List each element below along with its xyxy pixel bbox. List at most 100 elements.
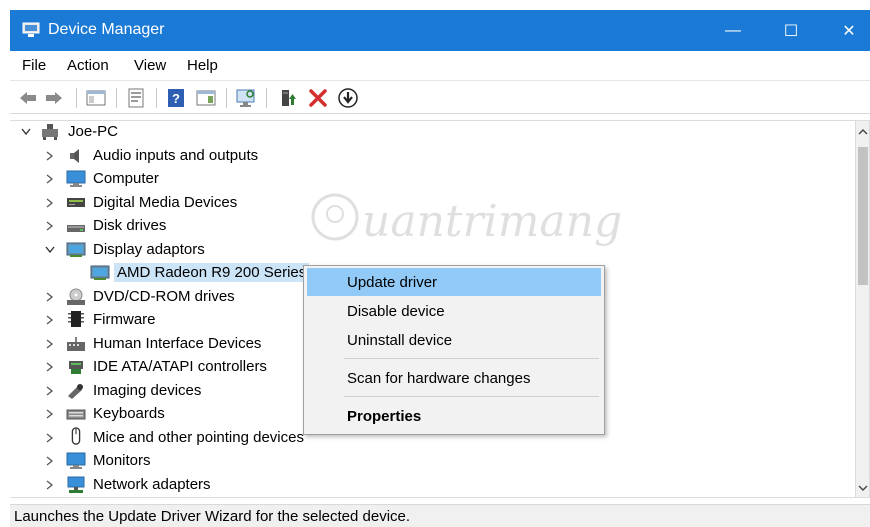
scroll-thumb[interactable] [858,147,868,285]
chevron-right-icon[interactable] [44,408,56,420]
media-device-icon [67,198,85,207]
forward-icon [46,92,62,104]
tree-item-label: Digital Media Devices [93,194,238,211]
tree-item-label: Keyboards [93,405,165,422]
tree-item-label: AMD Radeon R9 200 Series [114,263,310,282]
watermark: uantrimang [310,188,622,258]
enable-device-icon [338,88,358,108]
svg-text:?: ? [172,91,180,106]
action-pane-icon [196,90,216,106]
chevron-right-icon[interactable] [44,314,56,326]
hid-icon [67,337,85,351]
help-button[interactable]: ? [164,86,188,110]
menu-view[interactable]: View [134,57,166,74]
back-button[interactable] [16,86,40,110]
properties-icon [128,88,144,108]
maximize-button[interactable]: ☐ [768,10,814,51]
network-adapter-icon [67,476,85,493]
tree-item-label: DVD/CD-ROM drives [93,288,235,305]
chevron-up-icon [858,129,868,135]
tree-item-label: Network adapters [93,476,211,493]
context-menu-separator [344,358,599,359]
back-icon [20,92,36,104]
chevron-down-icon[interactable] [44,244,56,256]
scroll-up-button[interactable] [856,125,870,139]
speaker-icon [70,149,79,163]
ide-controller-icon [69,361,83,374]
status-bar: Launches the Update Driver Wizard for th… [10,504,870,527]
action-pane-button[interactable] [194,86,218,110]
properties-button[interactable] [124,86,148,110]
context-menu-uninstall-device[interactable]: Uninstall device [307,326,601,354]
close-button[interactable]: ✕ [826,10,870,51]
minimize-icon: — [725,21,741,39]
chevron-right-icon[interactable] [44,220,56,232]
context-menu: Update driver Disable device Uninstall d… [303,265,605,435]
scan-hardware-icon [236,89,255,107]
forward-button[interactable] [42,86,66,110]
display-adapter-icon [90,265,110,280]
monitor-icon [66,170,86,187]
context-menu-disable-device[interactable]: Disable device [307,297,601,325]
tree-item-label: Audio inputs and outputs [93,147,259,164]
uninstall-device-icon [309,89,327,107]
lightbulb-icon [311,193,359,241]
close-icon: ✕ [842,22,856,40]
chevron-right-icon[interactable] [44,197,56,209]
scan-hardware-button[interactable] [234,86,258,110]
tree-item-label: Imaging devices [93,382,202,399]
chevron-right-icon[interactable] [44,361,56,373]
chevron-right-icon[interactable] [44,150,56,162]
menu-action[interactable]: Action [67,57,109,74]
show-hide-console-tree-icon [86,90,106,106]
status-text: Launches the Update Driver Wizard for th… [14,508,411,525]
menu-bar: File Action View Help [10,51,870,81]
tree-item-label: Disk drives [93,217,167,234]
enable-device-button[interactable] [336,86,360,110]
context-menu-separator [344,396,599,397]
chevron-right-icon[interactable] [44,479,56,491]
menu-file[interactable]: File [22,57,46,74]
chevron-down-icon [858,485,868,491]
scroll-down-button[interactable] [856,481,870,495]
tree-item-label: IDE ATA/ATAPI controllers [93,358,267,375]
display-adapter-icon [66,242,86,257]
chevron-right-icon[interactable] [44,385,56,397]
monitor-icon [66,452,86,469]
computer-network-icon [42,124,58,140]
chevron-right-icon[interactable] [44,432,56,444]
uninstall-device-button[interactable] [306,86,330,110]
disk-drive-icon [67,225,85,232]
watermark-text: uantrimang [362,196,623,247]
update-driver-icon [282,90,296,106]
update-driver-button[interactable] [276,86,300,110]
menu-help[interactable]: Help [187,57,218,74]
mouse-icon [71,427,81,445]
chevron-right-icon[interactable] [44,291,56,303]
chip-icon [68,311,84,327]
title-bar: Device Manager — ☐ ✕ [10,10,870,51]
tree-item-label: Monitors [93,452,151,469]
toolbar: ? [10,82,870,114]
context-menu-scan-hardware[interactable]: Scan for hardware changes [307,364,601,392]
help-icon: ? [168,89,184,107]
chevron-right-icon[interactable] [44,173,56,185]
camera-icon [68,384,83,399]
chevron-right-icon[interactable] [44,455,56,467]
dvd-drive-icon [67,288,85,305]
chevron-right-icon[interactable] [44,338,56,350]
context-menu-update-driver[interactable]: Update driver [307,268,601,296]
vertical-scrollbar[interactable] [856,120,870,498]
tree-item-label: Computer [93,170,159,187]
chevron-down-icon[interactable] [20,126,32,138]
tree-item-label: Mice and other pointing devices [93,429,304,446]
tree-item-label: Display adaptors [93,241,205,258]
tree-root-label: Joe-PC [68,123,119,140]
minimize-button[interactable]: — [710,10,756,51]
context-menu-properties[interactable]: Properties [307,402,601,430]
tree-item-label: Human Interface Devices [93,335,262,352]
window-title: Device Manager [48,21,165,38]
show-hide-console-tree-button[interactable] [84,86,108,110]
maximize-icon: ☐ [783,22,799,40]
device-manager-app-icon [22,22,40,37]
